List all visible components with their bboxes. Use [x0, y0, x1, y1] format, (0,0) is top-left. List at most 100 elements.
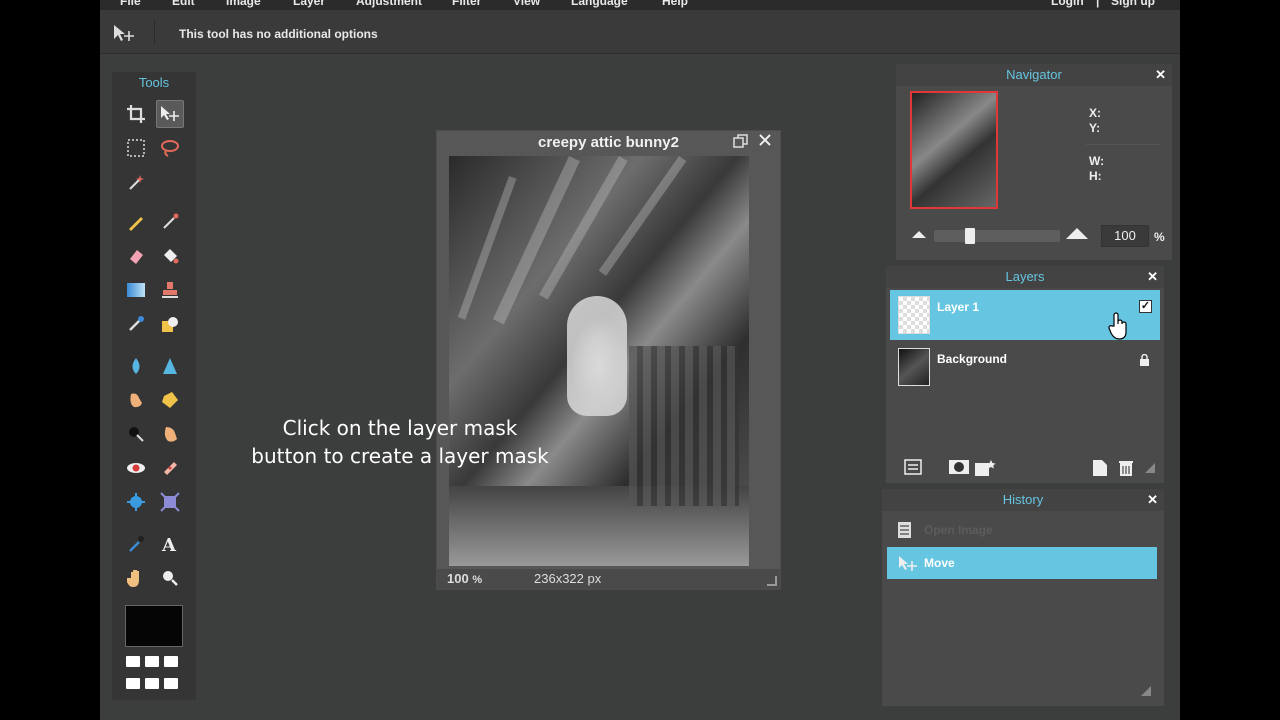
tools-panel: Tools A	[112, 72, 196, 700]
nav-y-label: Y:	[1089, 121, 1101, 135]
layer-1-visibility-checkbox[interactable]: ✓	[1139, 300, 1152, 313]
red-eye-icon[interactable]	[122, 454, 150, 482]
menu-edit[interactable]: Edit	[172, 0, 195, 8]
layer-properties-icon[interactable]	[904, 459, 922, 480]
navigator-title: Navigator	[896, 64, 1172, 86]
image-resize-handle[interactable]	[767, 576, 777, 586]
options-divider	[154, 20, 155, 44]
nav-h-label: H:	[1089, 169, 1102, 183]
history-close-icon[interactable]: ✕	[1147, 492, 1158, 508]
background-thumbnail	[898, 348, 930, 386]
layers-close-icon[interactable]: ✕	[1147, 269, 1158, 285]
dodge-icon[interactable]	[122, 420, 150, 448]
navigator-close-icon[interactable]: ✕	[1155, 67, 1166, 83]
sharpen-icon[interactable]	[156, 352, 184, 380]
nav-divider	[1086, 144, 1160, 145]
image-canvas[interactable]	[449, 156, 749, 566]
layer-row-background[interactable]: Background	[890, 342, 1160, 392]
menu-file[interactable]: File	[120, 0, 141, 8]
history-item-label: Move	[924, 556, 955, 570]
tool-options-bar: This tool has no additional options	[100, 10, 1180, 54]
menu-view[interactable]: View	[513, 0, 540, 8]
history-item-open-image[interactable]: Open Image	[887, 514, 1157, 546]
menu-filter[interactable]: Filter	[452, 0, 481, 8]
move-history-icon	[897, 554, 919, 576]
pixlr-editor: File Edit Image Layer Adjustment Filter …	[100, 0, 1180, 720]
delete-layer-icon[interactable]	[1118, 459, 1134, 482]
image-dimensions: 236x322 px	[534, 571, 602, 586]
layers-title: Layers	[886, 266, 1164, 288]
layer-mask-icon[interactable]	[948, 459, 970, 480]
layer-tools-bar	[886, 453, 1164, 483]
zoom-slider[interactable]	[934, 228, 1060, 244]
bloat-icon[interactable]	[122, 488, 150, 516]
new-layer-icon[interactable]	[1092, 459, 1108, 482]
zoom-in-icon[interactable]	[1066, 228, 1088, 239]
marquee-icon[interactable]	[122, 134, 150, 162]
background-layer-name: Background	[937, 352, 1008, 366]
color-picker-icon[interactable]	[122, 530, 150, 558]
more-tools-grid[interactable]	[126, 656, 184, 700]
document-icon	[897, 521, 915, 543]
history-resize-handle[interactable]	[1140, 684, 1152, 702]
menu-language[interactable]: Language	[571, 0, 628, 8]
restore-window-icon[interactable]	[733, 133, 749, 154]
paint-bucket-icon[interactable]	[156, 242, 184, 270]
crop-icon[interactable]	[122, 100, 150, 128]
sponge-icon[interactable]	[156, 386, 184, 414]
history-item-move[interactable]: Move	[887, 547, 1157, 579]
type-icon[interactable]: A	[156, 530, 184, 558]
layers-panel: Layers ✕ Layer 1 ✓ Background	[886, 266, 1164, 483]
spot-heal-icon[interactable]	[156, 454, 184, 482]
smudge-icon[interactable]	[122, 386, 150, 414]
layer-styles-icon[interactable]	[974, 459, 996, 482]
lasso-icon[interactable]	[156, 134, 184, 162]
zoom-slider-knob[interactable]	[965, 228, 976, 244]
image-zoom-value[interactable]: 100 %	[447, 571, 482, 586]
login-link[interactable]: Login	[1051, 0, 1084, 8]
tools-title: Tools	[138, 75, 170, 90]
magic-wand-icon[interactable]	[122, 168, 150, 196]
history-item-label: Open Image	[924, 523, 993, 537]
hand-cursor-icon	[1108, 312, 1130, 346]
zoom-percent-label: %	[1154, 230, 1165, 244]
close-window-icon[interactable]	[758, 133, 772, 152]
tool-options-message: This tool has no additional options	[179, 27, 378, 41]
menu-layer[interactable]: Layer	[293, 0, 325, 8]
zoom-out-icon[interactable]	[912, 231, 926, 238]
menu-adjustment[interactable]: Adjustment	[356, 0, 422, 8]
hand-icon[interactable]	[122, 564, 150, 592]
menu-bar: File Edit Image Layer Adjustment Filter …	[100, 0, 1180, 10]
caption-line-2: button to create a layer mask	[251, 444, 549, 468]
nav-x-label: X:	[1089, 106, 1101, 120]
image-window-title: creepy attic bunny2	[538, 134, 679, 151]
layers-resize-handle[interactable]	[1144, 461, 1156, 479]
clone-stamp-icon[interactable]	[156, 276, 184, 304]
image-status-bar: 100 % 236x322 px	[437, 569, 780, 589]
navigator-thumbnail[interactable]	[910, 91, 998, 209]
drawing-icon[interactable]	[156, 310, 184, 338]
eraser-icon[interactable]	[122, 242, 150, 270]
nav-w-label: W:	[1089, 154, 1105, 168]
move-icon[interactable]	[156, 100, 184, 128]
burn-icon[interactable]	[156, 420, 184, 448]
zoom-icon[interactable]	[156, 564, 184, 592]
layer-1-thumbnail	[898, 296, 930, 334]
history-panel: History ✕ Open Image Move	[882, 489, 1164, 706]
zoom-input[interactable]: 100	[1101, 225, 1149, 247]
menu-help[interactable]: Help	[662, 0, 688, 8]
move-tool-icon	[112, 23, 136, 50]
gradient-icon[interactable]	[122, 276, 150, 304]
tutorial-caption: Click on the layer mask button to create…	[240, 414, 560, 470]
history-title: History	[882, 489, 1164, 511]
color-replace-icon[interactable]	[122, 310, 150, 338]
pencil-icon[interactable]	[122, 208, 150, 236]
blur-icon[interactable]	[122, 352, 150, 380]
foreground-color-swatch[interactable]	[125, 605, 183, 647]
pinch-icon[interactable]	[156, 488, 184, 516]
svg-text:A: A	[161, 535, 177, 553]
navigator-zoom-row: 100 %	[896, 221, 1172, 251]
brush-icon[interactable]	[156, 208, 184, 236]
signup-link[interactable]: Sign up	[1111, 0, 1155, 8]
menu-image[interactable]: Image	[226, 0, 261, 8]
